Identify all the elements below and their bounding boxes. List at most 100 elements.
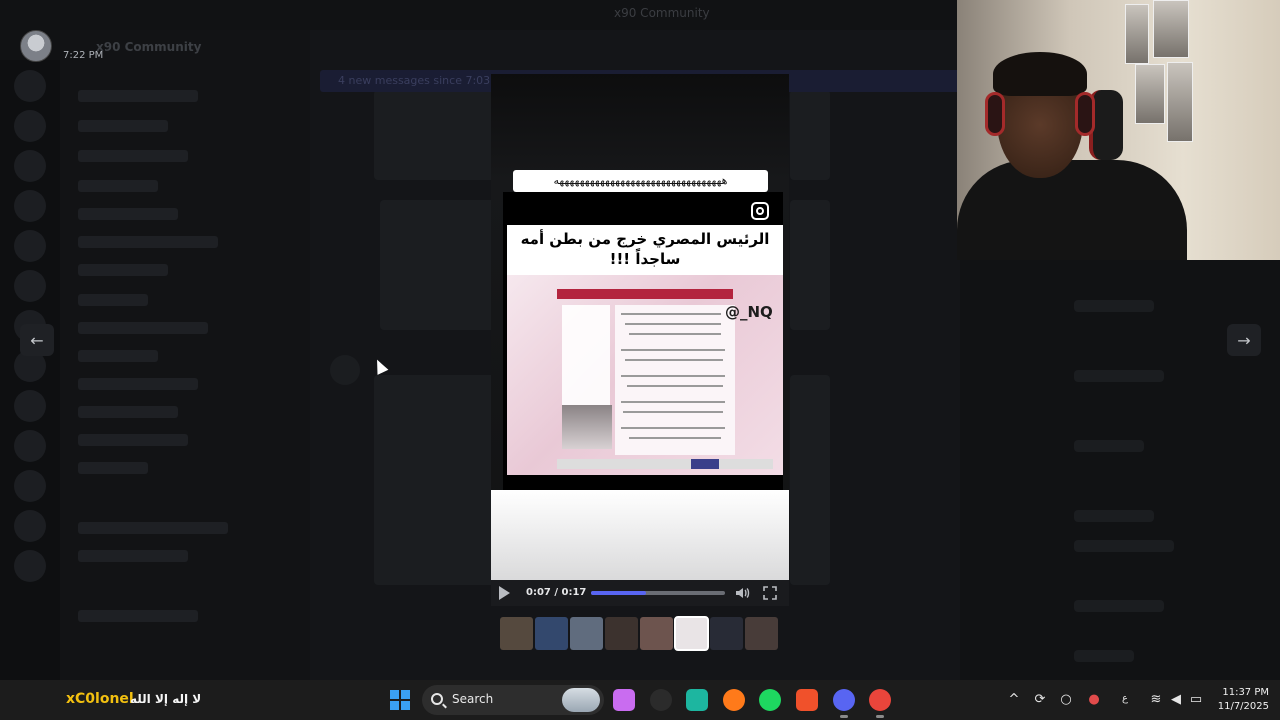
video-time: 0:07 / 0:17 (526, 587, 587, 598)
channel-item (78, 90, 198, 102)
streamer-hair (993, 52, 1087, 96)
video-player[interactable]: هههههههههههههههههههههههههههههههههه الرئي… (491, 74, 789, 606)
streamer-name: xC0lonel (66, 691, 134, 707)
server-icon (14, 430, 46, 462)
chat-avatar (330, 355, 360, 385)
firefox-icon[interactable] (723, 689, 745, 711)
member-item (1074, 440, 1144, 452)
member-item (1074, 600, 1164, 612)
sync-icon[interactable]: ⟳ (1032, 692, 1048, 708)
text-line (625, 359, 723, 361)
channel-item (78, 406, 178, 418)
message-time: 7:22 PM (63, 50, 104, 61)
channel-item (78, 208, 178, 220)
taskbar-search[interactable]: Search (422, 685, 604, 715)
channel-item (78, 522, 228, 534)
app-green-icon[interactable] (686, 689, 708, 711)
clock-time: 11:37 PM (1222, 687, 1269, 698)
chrome-icon[interactable] (869, 689, 891, 718)
server-icon (14, 230, 46, 262)
channel-item (78, 350, 158, 362)
media-thumbnail[interactable] (674, 616, 709, 651)
channel-item (78, 434, 188, 446)
taskbar-clock[interactable]: 11:37 PM 11/7/2025 (1213, 686, 1269, 714)
copilot-icon[interactable] (613, 689, 635, 711)
server-list (0, 60, 60, 680)
volume-icon[interactable] (734, 585, 750, 601)
member-item (1074, 370, 1164, 382)
taskbar: xC0lonel لا إله إلا الله Search ^ ⟳ ○ ● … (0, 680, 1280, 720)
circle-icon[interactable]: ○ (1058, 692, 1074, 708)
channel-item (78, 180, 158, 192)
search-placeholder: Search (452, 692, 494, 706)
member-list (1060, 260, 1280, 680)
chat-attachment (380, 200, 500, 330)
language-indicator[interactable]: ع (1122, 693, 1128, 704)
instagram-icon (751, 202, 769, 220)
text-line (621, 313, 721, 315)
news-photo (562, 405, 612, 449)
chat-attachment (790, 200, 830, 330)
arrow-right-icon: → (1237, 330, 1251, 350)
chevron-up-icon[interactable]: ^ (1006, 692, 1022, 708)
media-thumbnail[interactable] (500, 617, 533, 650)
media-thumbnail[interactable] (640, 617, 673, 650)
wifi-icon[interactable]: ≋ (1148, 692, 1164, 708)
channel-item (78, 236, 218, 248)
media-thumbnail[interactable] (745, 617, 778, 650)
server-icon (14, 470, 46, 502)
battery-icon[interactable]: ▭ (1188, 692, 1204, 708)
play-icon[interactable] (499, 586, 510, 600)
server-icon (14, 510, 46, 542)
member-item (1074, 300, 1154, 312)
video-progress-bar[interactable] (591, 591, 725, 595)
fullscreen-icon[interactable] (762, 585, 778, 601)
text-line (621, 401, 725, 403)
streamer-body (957, 160, 1187, 260)
wall-photo (1167, 62, 1193, 142)
discord-icon[interactable] (833, 689, 855, 718)
spotify-icon[interactable] (759, 689, 781, 711)
microphone-icon[interactable]: ● (1086, 692, 1102, 708)
instagram-post: الرئيس المصري خرج من بطن أمه ساجداً !!! (503, 192, 783, 494)
member-item (1074, 540, 1174, 552)
chat-attachment (790, 375, 830, 585)
server-icon (14, 70, 46, 102)
wall-photo (1153, 0, 1189, 58)
obs-icon[interactable] (650, 689, 672, 711)
wall-photo (1125, 4, 1149, 64)
speaker-icon[interactable]: ◀ (1168, 692, 1184, 708)
video-controls: 0:07 / 0:17 (491, 580, 789, 606)
chat-attachment (374, 90, 504, 180)
windows-start-icon[interactable] (390, 690, 410, 710)
next-media-button[interactable]: → (1227, 324, 1261, 356)
channel-item (78, 322, 208, 334)
text-line (621, 349, 725, 351)
channel-item (78, 462, 148, 474)
news-footer-bar (557, 459, 773, 469)
media-thumbnail[interactable] (535, 617, 568, 650)
arabic-overlay-text: لا إله إلا الله (130, 692, 202, 706)
server-icon (14, 270, 46, 302)
brave-icon[interactable] (796, 689, 818, 711)
channel-item (78, 150, 188, 162)
media-thumbnail[interactable] (710, 617, 743, 650)
channel-item (78, 610, 198, 622)
channel-item (78, 120, 168, 132)
media-thumbnail[interactable] (605, 617, 638, 650)
search-highlight-icon (562, 688, 600, 712)
user-avatar (20, 30, 52, 62)
clock-date: 11/7/2025 (1217, 701, 1269, 712)
news-screenshot: @_NQ (507, 275, 783, 475)
chat-attachment (374, 375, 504, 585)
member-item (1074, 650, 1134, 662)
previous-media-button[interactable]: ← (20, 324, 54, 356)
text-line (629, 333, 721, 335)
video-caption: هههههههههههههههههههههههههههههههههه (513, 170, 768, 192)
server-icon (14, 390, 46, 422)
server-icon (14, 550, 46, 582)
window-title: x90 Community (614, 6, 710, 20)
media-thumbnail[interactable] (570, 617, 603, 650)
video-lower-area (491, 490, 789, 582)
text-line (629, 437, 721, 439)
